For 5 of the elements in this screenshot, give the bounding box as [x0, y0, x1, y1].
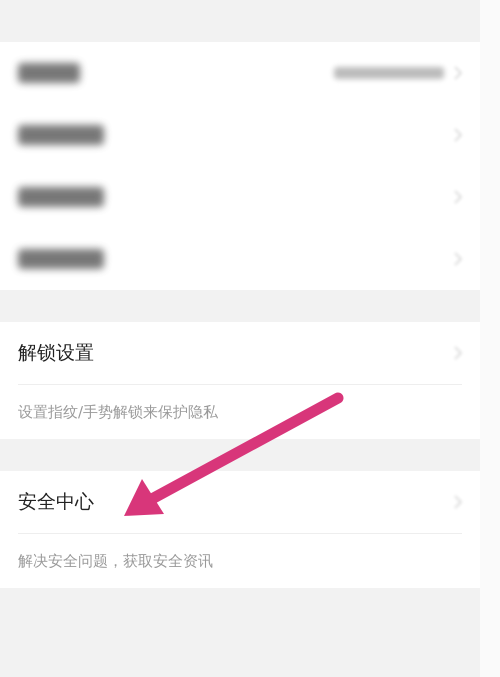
- blurred-label: [18, 63, 80, 83]
- section-description: 设置指纹/手势解锁来保护隐私: [18, 402, 218, 422]
- section-title[interactable]: 解锁设置: [18, 340, 454, 366]
- section-title[interactable]: 安全中心: [18, 489, 454, 515]
- section-description: 解决安全问题，获取安全资讯: [18, 552, 213, 570]
